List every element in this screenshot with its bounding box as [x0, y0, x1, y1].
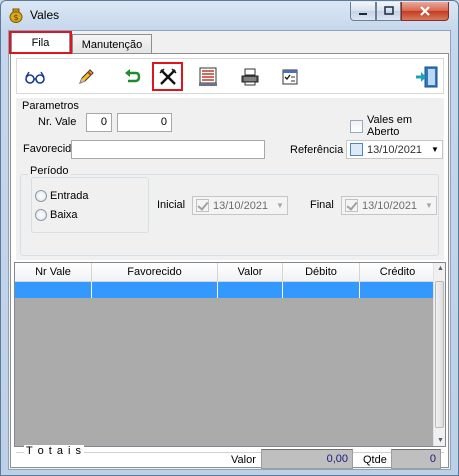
referencia-checkbox[interactable]: [350, 143, 363, 156]
cancel-x-icon: [158, 67, 177, 85]
window-title: Vales: [30, 8, 60, 22]
search-glasses-icon: [25, 71, 45, 84]
periodo-label: Período: [28, 165, 71, 177]
maximize-icon: [383, 6, 394, 15]
column-header-debito[interactable]: Débito: [283, 263, 360, 282]
title-bar[interactable]: $ Vales: [1, 1, 458, 29]
vales-em-aberto-label: Vales em Aberto: [367, 114, 413, 138]
checkbox-box: [350, 119, 363, 133]
final-date-picker[interactable]: 13/10/2021 ▼: [341, 196, 437, 215]
radio-baixa-label: Baixa: [50, 209, 78, 221]
tab-page-fila: Parametros Nr. Vale 0 0 Vales em Aberto …: [10, 53, 449, 469]
nr-vale-from-input[interactable]: 0: [86, 113, 112, 132]
vales-window: $ Vales Fila Manutenção Parametros Nr. V…: [0, 0, 459, 476]
tab-fila[interactable]: Fila: [11, 32, 70, 53]
inicial-label: Inicial: [157, 199, 186, 211]
report-list-icon: [199, 67, 217, 86]
exit-door-icon: [416, 66, 438, 88]
client-area: Fila Manutenção Parametros Nr. Vale 0 0 …: [8, 30, 451, 470]
column-header-valor[interactable]: Valor: [218, 263, 283, 282]
minimize-icon: [359, 13, 367, 15]
favorecido-label: Favorecido: [23, 143, 78, 155]
vales-em-aberto-checkbox[interactable]: Vales em Aberto: [347, 114, 444, 138]
chevron-down-icon[interactable]: ▼: [428, 145, 442, 154]
column-header-nr-vale[interactable]: Nr Vale: [15, 263, 92, 282]
chevron-down-icon[interactable]: ▼: [422, 201, 436, 210]
vales-grid[interactable]: Nr Vale Favorecido Valor Débito Crédito …: [14, 262, 446, 447]
minimize-button[interactable]: [350, 2, 376, 21]
referencia-date-picker[interactable]: 13/10/2021 ▼: [346, 140, 443, 159]
radio-circle: [35, 190, 47, 203]
periodo-radio-group: [31, 177, 149, 233]
svg-text:$: $: [13, 13, 18, 22]
undo-arrow-icon: [125, 69, 141, 83]
scroll-down-icon[interactable]: ▼: [437, 437, 444, 444]
final-date: 13/10/2021: [362, 199, 418, 212]
scroll-up-icon[interactable]: ▲: [437, 265, 444, 272]
inicial-date-picker[interactable]: 13/10/2021 ▼: [192, 196, 288, 215]
qtde-label: Qtde: [363, 454, 387, 466]
table-cell: [92, 282, 218, 298]
referencia-date: 13/10/2021: [367, 143, 423, 156]
cancel-button[interactable]: [152, 62, 183, 91]
qtde-total-field: 0: [391, 449, 441, 469]
radio-entrada[interactable]: Entrada: [35, 190, 89, 203]
nr-vale-label: Nr. Vale: [38, 116, 77, 128]
edit-button[interactable]: [74, 65, 98, 89]
money-bag-icon: $: [9, 8, 23, 23]
scroll-thumb[interactable]: [435, 281, 444, 428]
toolbar: [16, 58, 444, 94]
undo-button[interactable]: [120, 65, 144, 89]
close-button[interactable]: [401, 2, 449, 21]
table-row-selected[interactable]: [15, 282, 436, 298]
edit-pencil-icon: [79, 69, 94, 84]
valor-label: Valor: [231, 454, 256, 466]
final-checkbox[interactable]: [345, 199, 358, 212]
table-cell: [283, 282, 360, 298]
chevron-down-icon[interactable]: ▼: [273, 201, 287, 210]
radio-entrada-label: Entrada: [50, 190, 89, 202]
report-button[interactable]: [196, 65, 220, 89]
maximize-button[interactable]: [376, 2, 401, 21]
valor-total-field: 0,00: [261, 449, 353, 469]
parameters-label: Parametros: [22, 100, 79, 112]
radio-circle: [35, 209, 47, 222]
exit-button[interactable]: [415, 65, 439, 89]
nr-vale-to-input[interactable]: 0: [117, 113, 172, 132]
checklist-button[interactable]: [278, 65, 302, 89]
totals-label: T o t a i s: [24, 445, 85, 457]
printer-icon: [241, 68, 259, 86]
tab-label: Fila: [31, 37, 50, 49]
table-cell: [360, 282, 436, 298]
table-cell: [218, 282, 283, 298]
favorecido-input[interactable]: [71, 140, 265, 159]
radio-baixa[interactable]: Baixa: [35, 209, 78, 222]
parameters-panel: Parametros Nr. Vale 0 0 Vales em Aberto …: [16, 98, 444, 260]
tab-manutencao[interactable]: Manutenção: [72, 34, 152, 54]
table-cell: [15, 282, 92, 298]
final-label: Final: [310, 199, 334, 211]
vertical-scrollbar[interactable]: ▲ ▼: [433, 263, 445, 446]
checklist-icon: [282, 69, 298, 85]
column-header-favorecido[interactable]: Favorecido: [92, 263, 218, 282]
inicial-checkbox[interactable]: [196, 199, 209, 212]
column-header-credito[interactable]: Crédito: [360, 263, 436, 282]
print-button[interactable]: [238, 65, 262, 89]
inicial-date: 13/10/2021: [213, 199, 269, 212]
search-button[interactable]: [23, 65, 47, 89]
tab-label: Manutenção: [81, 38, 143, 51]
close-icon: [420, 6, 430, 16]
referencia-label: Referência: [290, 144, 344, 156]
